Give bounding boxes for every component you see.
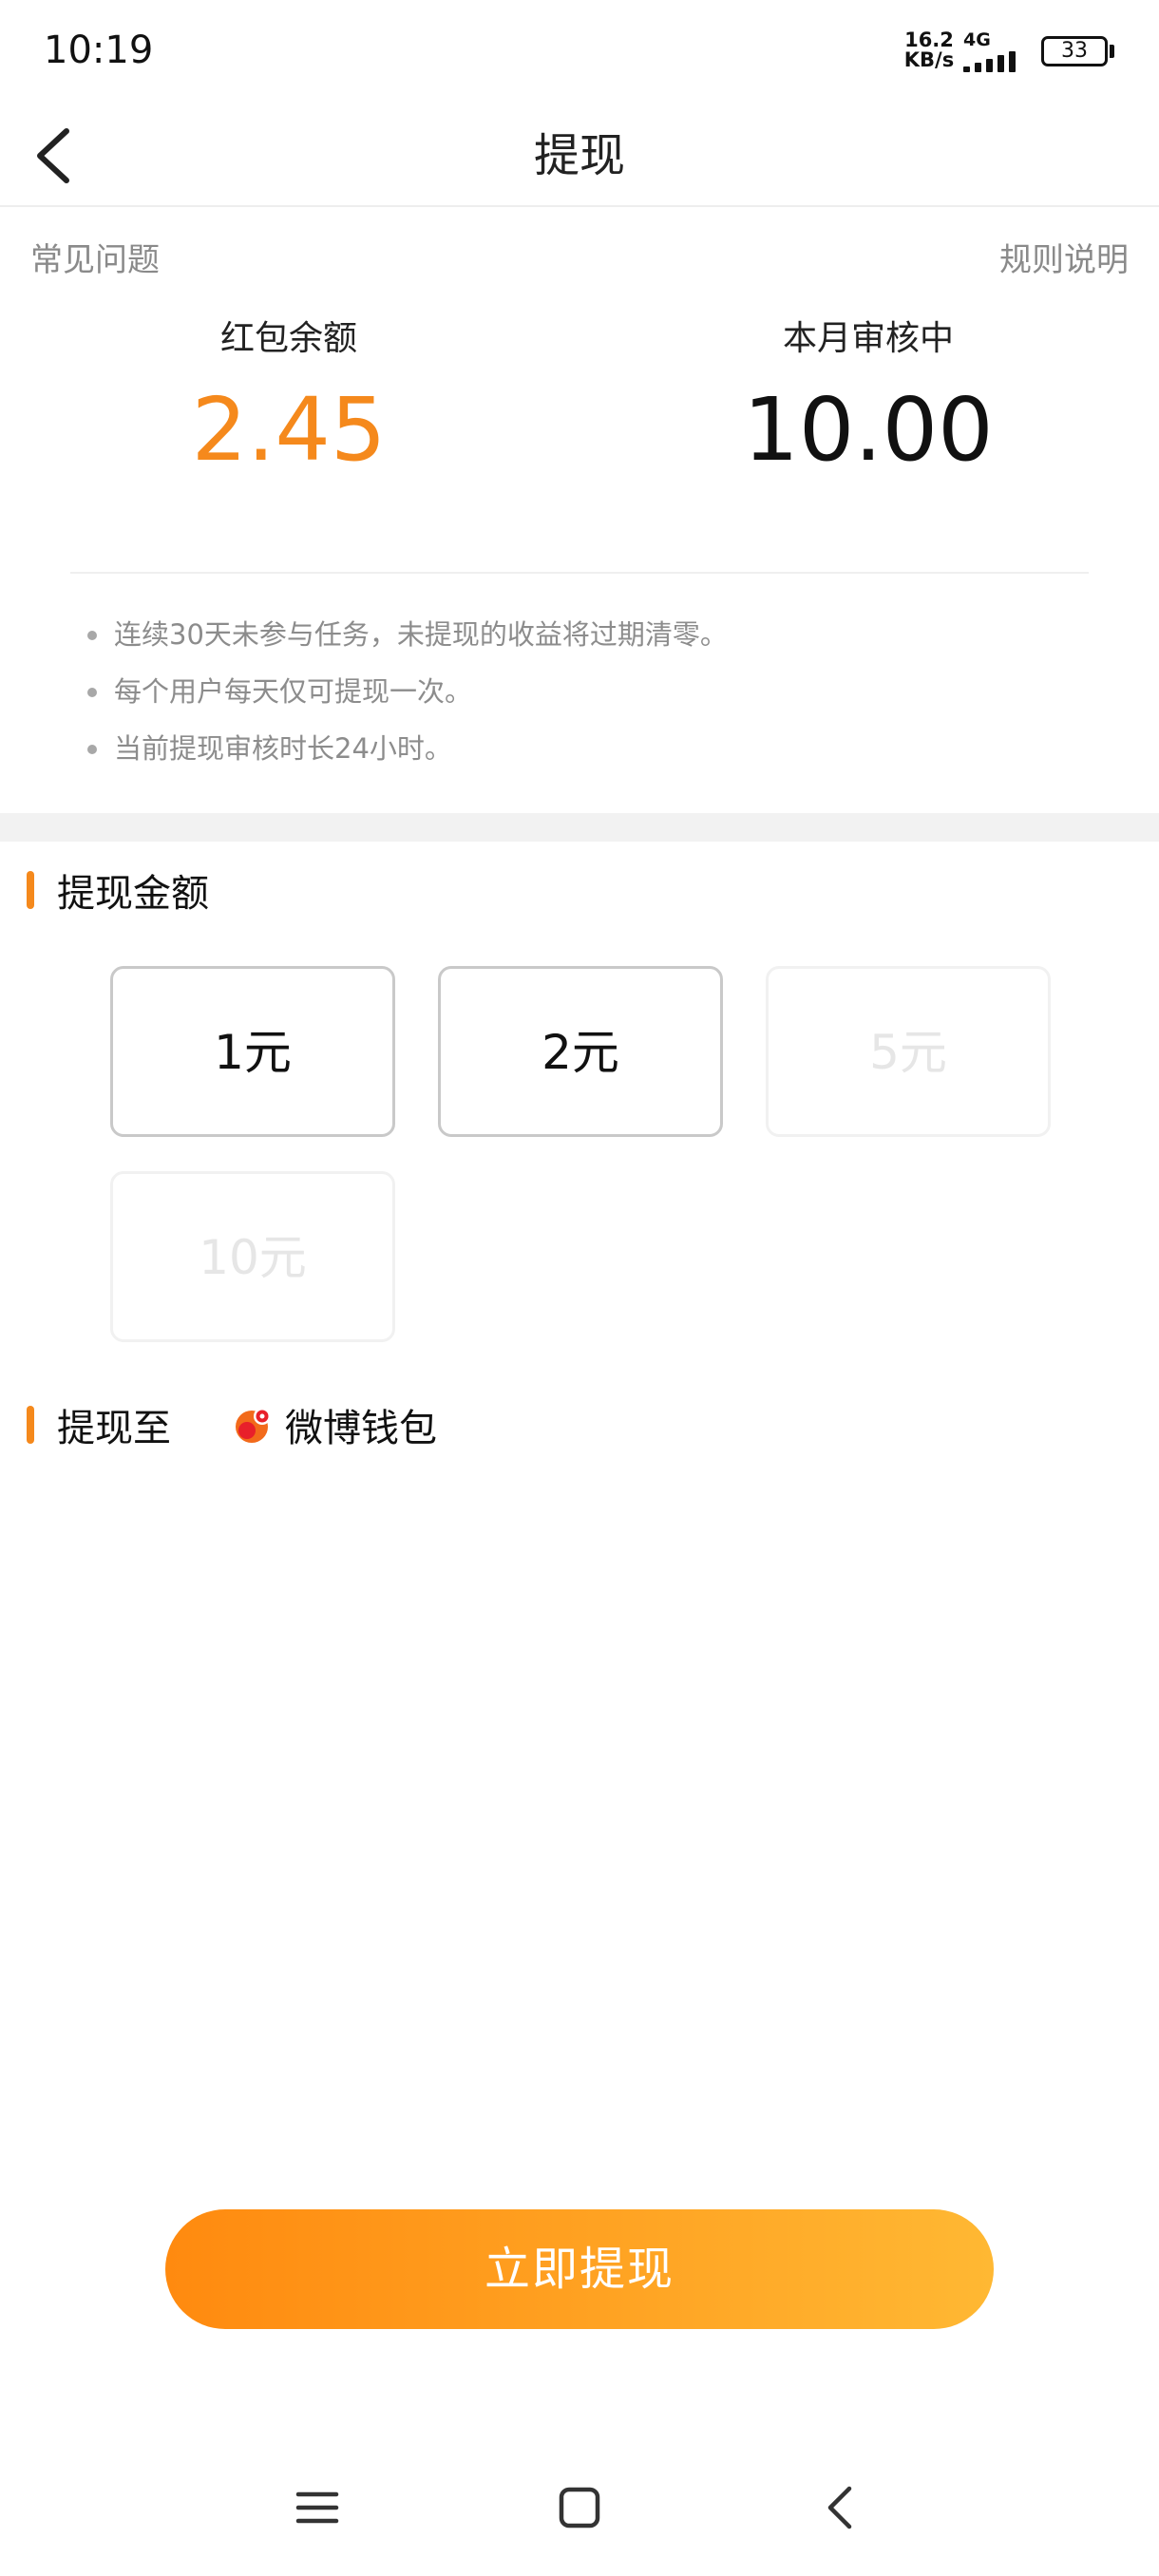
network-speed-unit: KB/s (903, 48, 955, 71)
status-time: 10:19 (44, 28, 154, 72)
home-button[interactable] (551, 2479, 608, 2536)
system-nav-bar (0, 2460, 1159, 2555)
notes-list: 连续30天未参与任务，未提现的收益将过期清零。 每个用户每天仅可提现一次。 当前… (86, 612, 1092, 783)
network-speed-value: 16.2 (904, 28, 954, 51)
section-accent-bar (27, 1406, 34, 1444)
note-item: 当前提现审核时长24小时。 (86, 726, 1092, 783)
status-bar: 10:19 16.2 KB/s 4G 33 (0, 0, 1159, 104)
destination-section-header: 提现至 (27, 1401, 171, 1450)
battery-icon: 33 (1041, 36, 1108, 66)
red-packet-balance-label: 红包余额 (219, 319, 357, 358)
amount-option-2[interactable]: 2元 (438, 966, 723, 1137)
menu-icon (295, 2491, 339, 2524)
signal-icon (963, 51, 1030, 72)
faq-link[interactable]: 常见问题 (30, 234, 160, 280)
back-icon (827, 2486, 852, 2529)
amount-section-header: 提现金额 (27, 866, 209, 916)
battery-level: 33 (1061, 39, 1088, 63)
menu-button[interactable] (289, 2479, 346, 2536)
amount-option-1[interactable]: 1元 (110, 966, 395, 1137)
under-review-balance-label: 本月审核中 (782, 319, 954, 358)
home-icon (559, 2487, 600, 2529)
amount-section-title: 提现金额 (57, 872, 209, 916)
red-packet-balance: 红包余额 2.45 (23, 317, 555, 483)
amount-option-10: 10元 (110, 1171, 395, 1342)
divider (70, 572, 1089, 574)
battery-tip (1110, 45, 1114, 58)
note-item: 连续30天未参与任务，未提现的收益将过期清零。 (86, 612, 1092, 669)
wallet-label: 微博钱包 (285, 1407, 437, 1450)
network-speed: 16.2 KB/s (902, 30, 956, 70)
section-separator (0, 813, 1159, 842)
amount-option-5: 5元 (766, 966, 1051, 1137)
network-type: 4G (963, 29, 991, 50)
system-back-button[interactable] (813, 2479, 870, 2536)
section-accent-bar (27, 871, 34, 909)
note-item: 每个用户每天仅可提现一次。 (86, 669, 1092, 726)
page-title: 提现 (533, 129, 625, 182)
withdraw-now-button[interactable]: 立即提现 (165, 2209, 994, 2329)
wallet-option[interactable]: 微博钱包 (234, 1398, 437, 1451)
under-review-balance: 本月审核中 10.00 (602, 317, 1134, 483)
under-review-balance-value: 10.00 (743, 379, 994, 481)
nav-bar: 提现 (0, 104, 1159, 207)
destination-section-title: 提现至 (57, 1407, 171, 1450)
red-packet-balance-value: 2.45 (191, 379, 387, 481)
rules-link[interactable]: 规则说明 (999, 234, 1129, 280)
weibo-wallet-icon (236, 1408, 271, 1443)
